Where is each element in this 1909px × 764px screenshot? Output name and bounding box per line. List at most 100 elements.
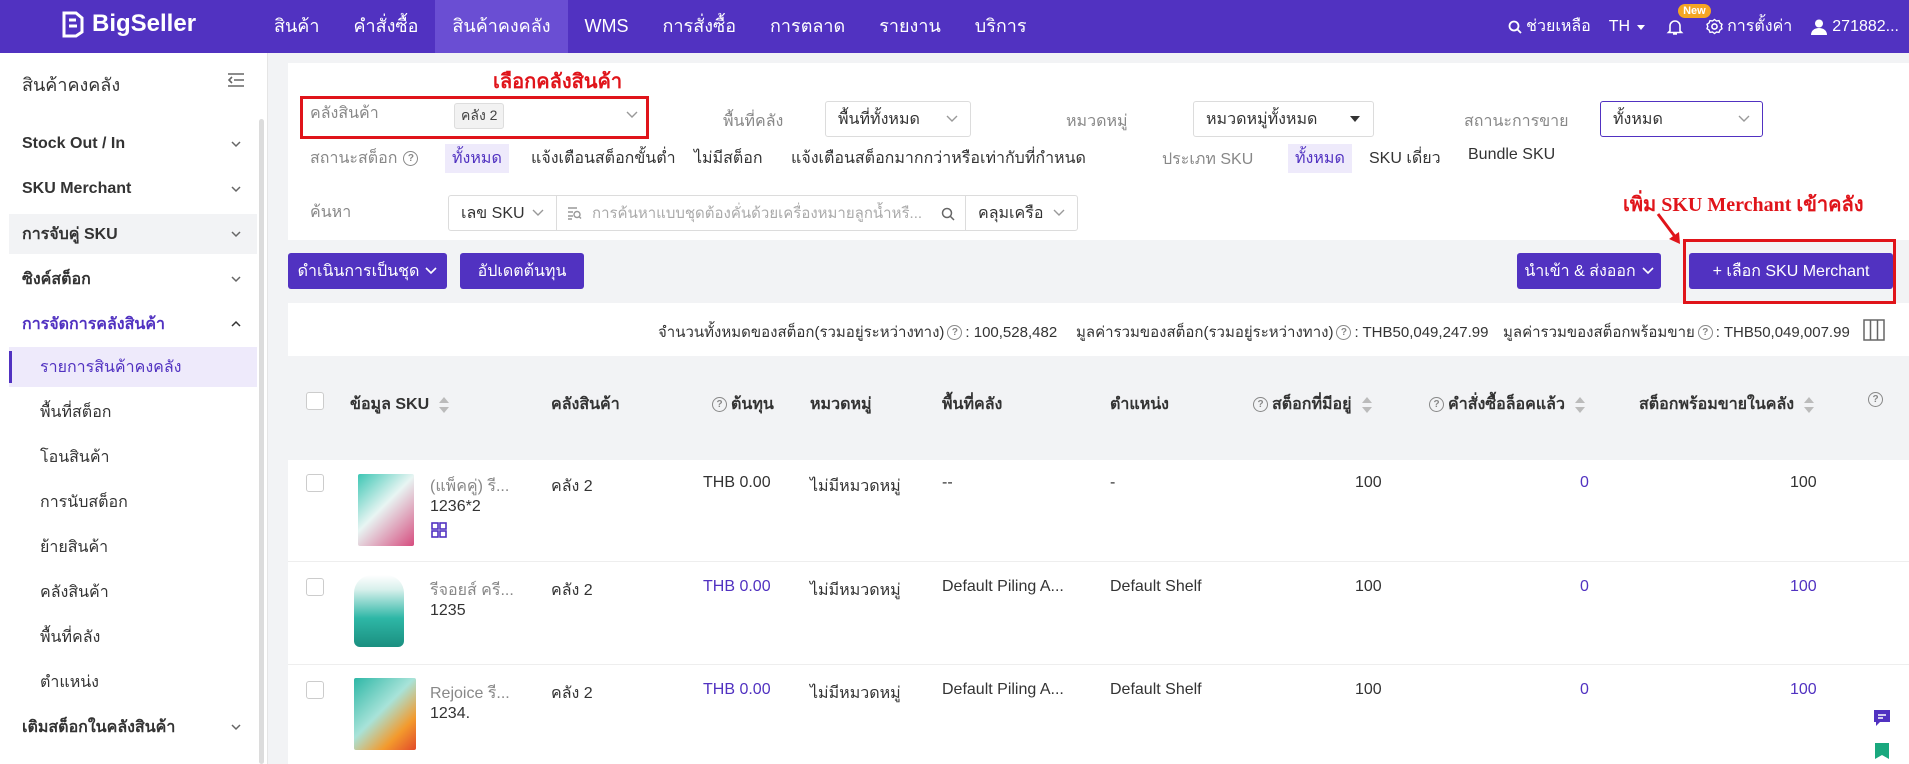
- sidebar-item-warehouse[interactable]: คลังสินค้า: [9, 572, 257, 612]
- sidebar-item-stock-area[interactable]: พื้นที่สต็อก: [9, 392, 257, 432]
- sidebar-group-stock-out-in[interactable]: Stock Out / In: [9, 124, 257, 164]
- product-thumbnail[interactable]: [354, 575, 404, 647]
- menu-item-marketing[interactable]: การตลาด: [753, 0, 862, 53]
- cost-cell: THB 0.00: [703, 474, 771, 491]
- sidebar-item-inventory-list[interactable]: รายการสินค้าคงคลัง: [9, 347, 257, 387]
- sidebar-group-warehouse-management[interactable]: การจัดการคลังสินค้า: [9, 304, 257, 344]
- available-cell[interactable]: 100: [1790, 578, 1817, 596]
- help-link[interactable]: ช่วยเหลือ: [1508, 14, 1591, 39]
- stock-status-low[interactable]: แจ้งเตือนสต็อกขั้นต่ำ: [524, 144, 683, 173]
- sidebar-scrollbar[interactable]: [259, 119, 264, 764]
- brand-logo[interactable]: BigSeller: [60, 10, 196, 38]
- batch-search-icon[interactable]: [567, 206, 582, 220]
- sidebar-group-replenish[interactable]: เติมสต็อกในคลังสินค้า: [9, 707, 257, 747]
- search-icon[interactable]: [941, 207, 955, 221]
- total-stock-label: จำนวนทั้งหมดของสต็อก(รวมอยู่ระหว่างทาง): [658, 324, 945, 341]
- collapse-sidebar-icon[interactable]: [226, 71, 246, 89]
- feedback-icon[interactable]: [1872, 741, 1892, 761]
- locked-cell[interactable]: 0: [1580, 681, 1589, 699]
- search-input[interactable]: การค้นหาแบบชุดต้องคั่นด้วยเครื่องหมายลูก…: [592, 201, 937, 225]
- row-checkbox[interactable]: [306, 681, 324, 699]
- settings-link[interactable]: การตั้งค่า: [1706, 14, 1792, 39]
- sidebar-group-stock-sync[interactable]: ซิงค์สต็อก: [9, 259, 257, 299]
- table-body: (แพ็คคู่) รี... 1236*2 คลัง 2 THB 0.00 ไ…: [288, 460, 1909, 764]
- row-checkbox[interactable]: [306, 578, 324, 596]
- menu-item-wms[interactable]: WMS: [568, 0, 646, 53]
- chevron-down-icon: [1738, 115, 1750, 122]
- help-circle-icon[interactable]: ?: [1429, 397, 1444, 412]
- chevron-down-icon: [231, 141, 241, 148]
- notification-button[interactable]: New: [1666, 3, 1711, 36]
- menu-item-reports[interactable]: รายงาน: [862, 0, 958, 53]
- sort-icon[interactable]: [439, 396, 450, 414]
- language-select[interactable]: TH: [1609, 18, 1648, 36]
- area-select[interactable]: พื้นที่ทั้งหมด: [825, 101, 971, 137]
- settings-label: การตั้งค่า: [1727, 18, 1793, 35]
- import-export-button[interactable]: นำเข้า & ส่งออก: [1517, 253, 1661, 289]
- sidebar-item-stock-count[interactable]: การนับสต็อก: [9, 482, 257, 522]
- chat-icon[interactable]: [1872, 708, 1892, 728]
- bundle-icon[interactable]: [431, 522, 447, 538]
- menu-item-products[interactable]: สินค้า: [257, 0, 336, 53]
- bulk-action-button[interactable]: ดำเนินการเป็นชุด: [288, 253, 447, 289]
- product-name[interactable]: (แพ็คคู่) รี...: [430, 474, 509, 499]
- chevron-down-icon: [946, 115, 958, 122]
- help-circle-icon[interactable]: ?: [947, 324, 963, 340]
- product-name[interactable]: Rejoice รี...: [430, 681, 510, 706]
- sidebar-item-warehouse-area[interactable]: พื้นที่คลัง: [9, 617, 257, 657]
- search-type-select[interactable]: เลข SKU: [448, 195, 557, 231]
- help-circle-icon[interactable]: ?: [403, 151, 419, 166]
- menu-item-purchase[interactable]: การสั่งซื้อ: [646, 0, 753, 53]
- sort-icon[interactable]: [1361, 396, 1372, 414]
- column-available[interactable]: สต็อกพร้อมขายในคลัง: [1639, 392, 1815, 417]
- update-cost-button[interactable]: อัปเดตต้นทุน: [460, 253, 584, 289]
- stock-status-all[interactable]: ทั้งหมด: [445, 144, 509, 173]
- column-settings-icon[interactable]: [1863, 319, 1885, 341]
- sort-icon[interactable]: [1804, 396, 1815, 414]
- user-menu[interactable]: 271882...: [1810, 18, 1899, 36]
- sku-type-all[interactable]: ทั้งหมด: [1288, 144, 1352, 173]
- locked-cell[interactable]: 0: [1580, 474, 1589, 492]
- sidebar-group-sku-merchant[interactable]: SKU Merchant: [9, 169, 257, 209]
- column-locked[interactable]: ? คำสั่งซื้อล็อคแล้ว: [1429, 392, 1585, 417]
- category-select[interactable]: หมวดหมู่ทั้งหมด: [1193, 101, 1374, 137]
- sidebar-item-move-product[interactable]: ย้ายสินค้า: [9, 527, 257, 567]
- cost-cell[interactable]: THB 0.00: [703, 578, 771, 596]
- gear-icon: [1706, 18, 1723, 35]
- category-cell: ไม่มีหมวดหมู่: [810, 582, 901, 599]
- sku-code: 1235: [430, 602, 466, 619]
- product-thumbnail[interactable]: [354, 678, 416, 750]
- menu-item-orders[interactable]: คำสั่งซื้อ: [336, 0, 435, 53]
- help-circle-icon[interactable]: ?: [1697, 324, 1713, 340]
- help-circle-icon[interactable]: ?: [712, 397, 727, 412]
- sku-type-bundle[interactable]: Bundle SKU: [1461, 144, 1562, 166]
- sort-icon[interactable]: [1574, 396, 1585, 414]
- row-checkbox[interactable]: [306, 474, 324, 492]
- available-cell[interactable]: 100: [1790, 681, 1817, 699]
- menu-item-inventory[interactable]: สินค้าคงคลัง: [435, 0, 568, 53]
- area-cell: Default Piling A...: [942, 681, 1064, 698]
- annotation-arrow-icon: [1656, 213, 1680, 244]
- help-circle-icon[interactable]: ?: [1336, 324, 1352, 340]
- sidebar-group-label: Stock Out / In: [22, 135, 126, 152]
- stock-status-high[interactable]: แจ้งเตือนสต็อกมากกว่าหรือเท่ากับที่กำหนด: [784, 144, 1093, 173]
- select-all-checkbox[interactable]: [306, 392, 324, 410]
- match-mode-select[interactable]: คลุมเครือ: [965, 195, 1078, 231]
- column-stock[interactable]: ? สต็อกที่มีอยู่: [1253, 392, 1372, 417]
- sale-status-select[interactable]: ทั้งหมด: [1600, 101, 1763, 137]
- help-circle-icon[interactable]: ?: [1253, 397, 1268, 412]
- product-name[interactable]: รีจอยส์ ครี...: [430, 578, 514, 603]
- locked-cell[interactable]: 0: [1580, 578, 1589, 596]
- column-sku-info[interactable]: ข้อมูล SKU: [350, 392, 450, 417]
- product-thumbnail[interactable]: [358, 474, 414, 546]
- sidebar-item-location[interactable]: ตำแหน่ง: [9, 662, 257, 702]
- sku-type-single[interactable]: SKU เดี่ยว: [1362, 144, 1448, 173]
- sidebar-group-sku-matching[interactable]: การจับคู่ SKU: [9, 214, 257, 254]
- help-circle-icon[interactable]: ?: [1868, 392, 1883, 407]
- menu-item-services[interactable]: บริการ: [958, 0, 1044, 53]
- search-input-box[interactable]: การค้นหาแบบชุดต้องคั่นด้วยเครื่องหมายลูก…: [556, 195, 966, 231]
- chevron-down-icon: [425, 267, 437, 275]
- sidebar-item-transfer[interactable]: โอนสินค้า: [9, 437, 257, 477]
- cost-cell[interactable]: THB 0.00: [703, 681, 771, 699]
- stock-status-out[interactable]: ไม่มีสต็อก: [687, 144, 770, 173]
